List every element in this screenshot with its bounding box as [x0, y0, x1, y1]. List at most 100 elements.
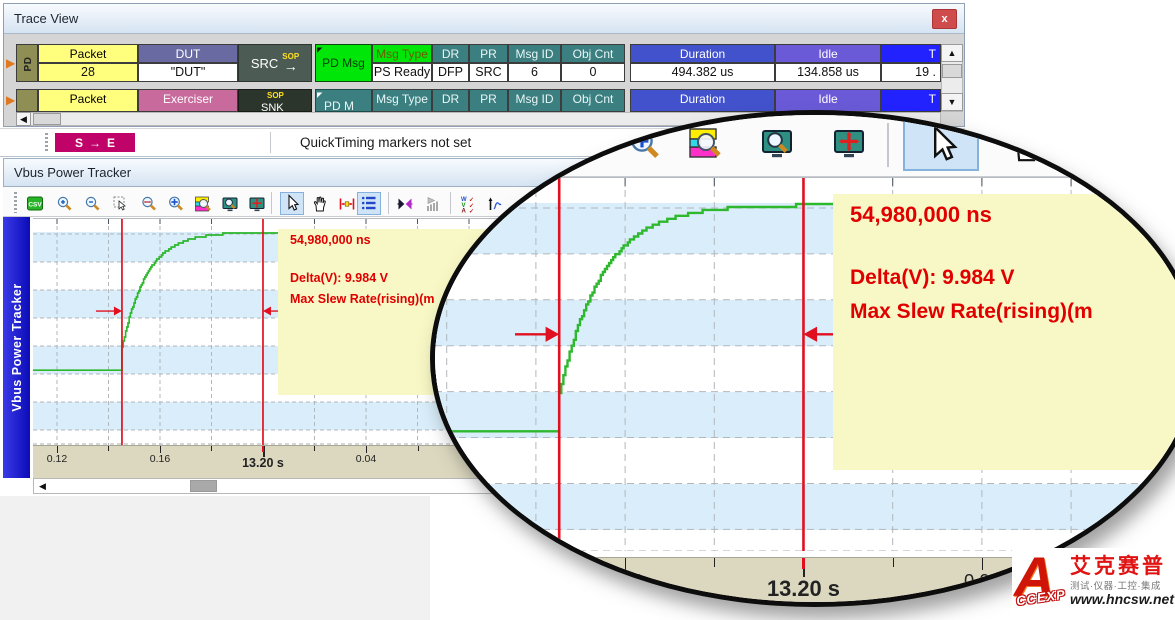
- col-duration-header: Duration: [630, 89, 775, 112]
- axis-tick: [536, 558, 537, 567]
- pan-hand-icon[interactable]: [311, 195, 329, 213]
- scroll-left-icon[interactable]: ◀: [35, 479, 50, 493]
- vbus-toolbar-magnified: [435, 115, 1175, 177]
- sop-snk-cell[interactable]: SOP SNK: [238, 89, 312, 112]
- scroll-left-icon[interactable]: ◀: [16, 112, 31, 126]
- vscroll-thumb[interactable]: [942, 64, 962, 78]
- screen-center-icon[interactable]: [248, 195, 266, 213]
- list-view-icon[interactable]: [1161, 125, 1175, 165]
- objcnt-value[interactable]: 0: [561, 63, 625, 82]
- start-end-badge[interactable]: S → E: [55, 133, 135, 152]
- pr-value[interactable]: SRC: [469, 63, 508, 82]
- axis-tick-label: 13.20 s: [758, 576, 848, 602]
- axis-tick-label: 0.16: [580, 570, 670, 592]
- col-msgtype-header: Msg Type: [372, 89, 432, 112]
- zoom-vertical-icon[interactable]: [627, 127, 663, 163]
- axis-tick: [447, 558, 448, 570]
- annotation-slew-rate: Max Slew Rate(rising)(m: [290, 292, 434, 306]
- msgid-value[interactable]: 6: [508, 63, 561, 82]
- csv-export-icon[interactable]: CSV: [26, 195, 44, 213]
- color-map-icon[interactable]: [687, 125, 723, 161]
- list-view-icon[interactable]: [360, 194, 378, 212]
- axis-tick: [418, 446, 419, 451]
- sop-src-cell[interactable]: SRC SOP →: [238, 44, 312, 82]
- row-pointer-icon: ▶: [6, 93, 15, 107]
- col-msgid-header: Msg ID: [508, 44, 561, 63]
- screen-center-icon[interactable]: [831, 125, 867, 161]
- vbus-sidebar-label: Vbus Power Tracker: [3, 217, 30, 478]
- msgtype-value[interactable]: PS Ready: [372, 63, 432, 82]
- col-msgid-header: Msg ID: [508, 89, 561, 112]
- dr-value[interactable]: DFP: [432, 63, 469, 82]
- hscroll-thumb[interactable]: [33, 113, 61, 125]
- col-duration-header: Duration: [630, 44, 775, 63]
- col-objcnt-header: Obj Cnt: [561, 89, 625, 112]
- start-label: S: [75, 136, 83, 150]
- drag-handle[interactable]: [14, 192, 17, 213]
- src-arrow-icon: →: [284, 59, 298, 73]
- screenshot-root: Trace View x ▶ PD Packet 28 DUT "DUT" SR…: [0, 0, 1175, 620]
- lane-cell[interactable]: [16, 89, 38, 112]
- axis-tick: [57, 446, 58, 453]
- axis-tick-label: 0.04: [321, 453, 411, 465]
- scroll-up-icon[interactable]: ▲: [941, 44, 963, 62]
- vbus-chart-magnified[interactable]: 54,980,000 ns Delta(V): 9.984 V Max Slew…: [435, 177, 1175, 551]
- logo-url: www.hncsw.net: [1070, 591, 1174, 607]
- corner-marker-icon: ◤: [317, 91, 322, 99]
- timing-marker-icon[interactable]: [1085, 128, 1121, 164]
- axis-tick: [714, 558, 715, 567]
- src-label: SRC: [251, 56, 278, 71]
- pd-msg-label: PD M: [324, 99, 354, 112]
- pd-msg-cell[interactable]: ◤ PD Msg: [315, 44, 372, 82]
- axis-tick: [211, 446, 212, 451]
- trace-view-title: Trace View: [14, 11, 78, 26]
- t-value[interactable]: 19 .: [881, 63, 941, 82]
- separator: [887, 123, 889, 167]
- zoom-horizontal-icon[interactable]: [140, 195, 158, 213]
- close-button[interactable]: x: [932, 9, 957, 29]
- zoom-vertical-icon[interactable]: [167, 195, 185, 213]
- col-dut-header: DUT: [138, 44, 238, 63]
- packet-value[interactable]: 28: [38, 63, 138, 82]
- marker-axis-stub: [802, 558, 805, 569]
- col-msgtype-header: Msg Type: [372, 44, 432, 63]
- dut-value[interactable]: "DUT": [138, 63, 238, 82]
- zoom-in-icon[interactable]: [56, 195, 74, 213]
- screen-zoom-icon[interactable]: [221, 195, 239, 213]
- timing-marker-icon[interactable]: [338, 195, 356, 213]
- col-dr-header: DR: [432, 89, 469, 112]
- end-label: E: [107, 136, 115, 150]
- scroll-down-icon[interactable]: ▼: [941, 93, 963, 111]
- annotation-delta-v: Delta(V): 9.984 V: [290, 271, 388, 285]
- pd-msg-cell[interactable]: ◤ PD M: [315, 89, 372, 112]
- zoom-select-icon[interactable]: [112, 195, 130, 213]
- axis-tick: [314, 446, 315, 451]
- annotation-slew-rate: Max Slew Rate(rising)(m: [850, 300, 1093, 324]
- color-map-icon[interactable]: [194, 195, 212, 213]
- chart-hscroll-thumb[interactable]: [190, 480, 217, 492]
- pan-hand-icon[interactable]: [1007, 125, 1047, 165]
- pointer-icon[interactable]: [283, 194, 301, 212]
- drag-handle[interactable]: [45, 133, 48, 152]
- background-area: [0, 496, 430, 620]
- pointer-icon[interactable]: [922, 124, 962, 164]
- duration-value[interactable]: 494.382 us: [630, 63, 775, 82]
- measurement-annotation-magnified: 54,980,000 ns Delta(V): 9.984 V Max Slew…: [833, 194, 1175, 470]
- screen-zoom-icon[interactable]: [759, 125, 795, 161]
- zoom-horizontal-icon[interactable]: [563, 127, 599, 163]
- logo-tagline: 测试·仪器·工控·集成: [1070, 578, 1161, 592]
- col-dr-header: DR: [432, 44, 469, 63]
- logo-chinese-name: 艾克赛普: [1070, 550, 1166, 580]
- arrow-right-icon: →: [89, 136, 101, 150]
- corner-marker-icon: ◤: [317, 46, 322, 54]
- bowtie-collapse-icon[interactable]: [396, 195, 414, 213]
- vendor-logo: A CCEXP 艾克赛普 测试·仪器·工控·集成 www.hncsw.net: [1012, 548, 1175, 620]
- col-exerciser-header: Exerciser: [138, 89, 238, 112]
- zoom-out-icon[interactable]: [84, 195, 102, 213]
- marker-axis-stub: [262, 446, 264, 452]
- lane-cell[interactable]: PD: [16, 44, 38, 82]
- idle-value[interactable]: 134.858 us: [775, 63, 881, 82]
- axis-tick: [366, 446, 367, 453]
- vbus-title: Vbus Power Tracker: [14, 165, 131, 180]
- vbus-sidebar: Vbus Power Tracker: [3, 217, 30, 478]
